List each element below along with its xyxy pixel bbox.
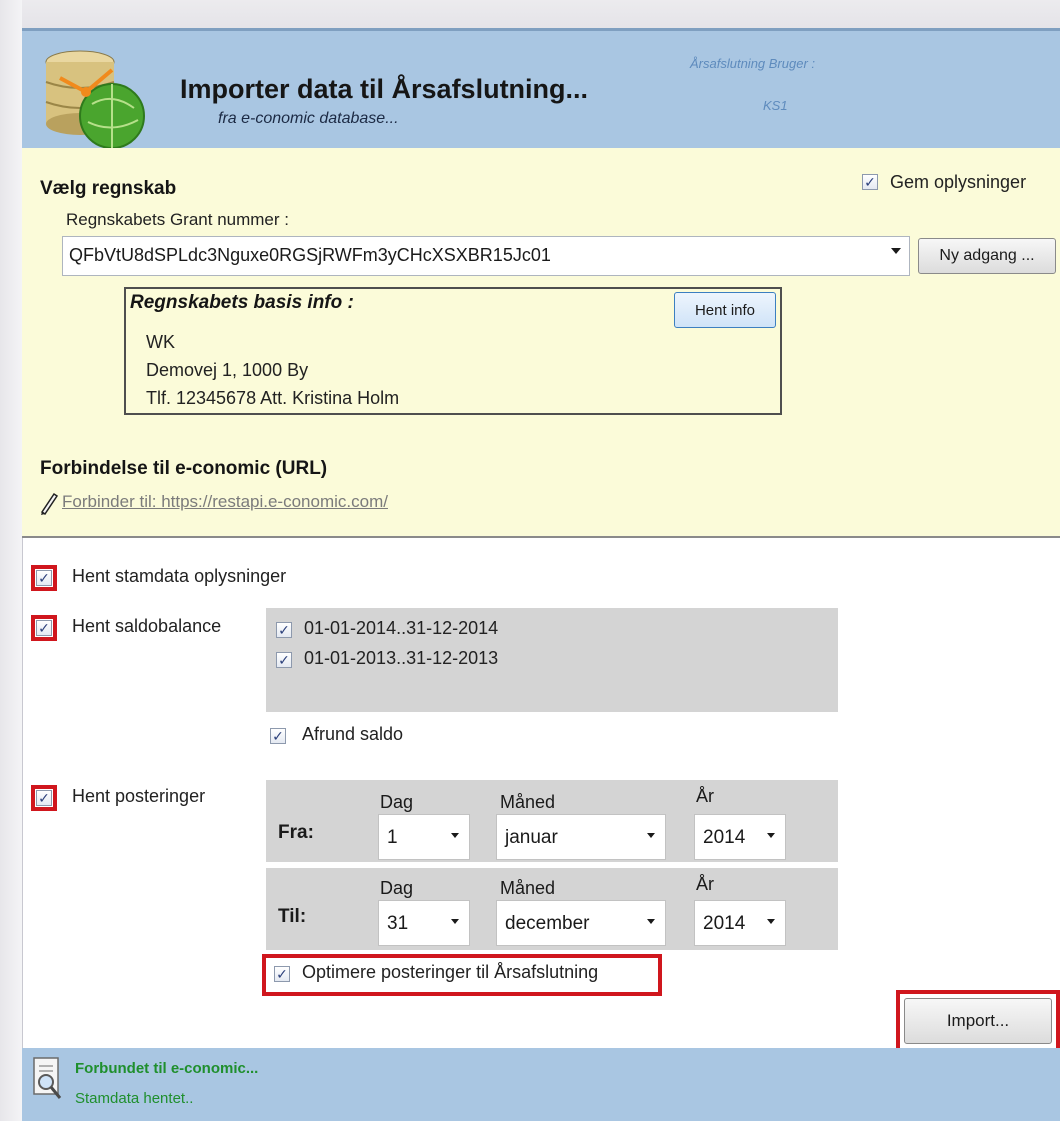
fetch-postings-label: Hent posteringer xyxy=(72,786,206,806)
period-checkbox[interactable]: ✓ xyxy=(276,622,292,638)
fetch-balance-checkbox[interactable]: ✓ xyxy=(31,615,57,641)
chevron-down-icon[interactable] xyxy=(647,833,655,838)
from-day-select[interactable]: 1 xyxy=(378,814,470,860)
from-year-select[interactable]: 2014 xyxy=(694,814,786,860)
month-column-label: Måned xyxy=(500,878,556,898)
year-column-label: År xyxy=(696,786,714,806)
chevron-down-icon[interactable] xyxy=(891,248,901,254)
account-section-label: Vælg regnskab xyxy=(40,178,177,199)
pencil-icon xyxy=(38,490,60,516)
period-item[interactable]: 01-01-2014..31-12-2014 xyxy=(304,618,498,639)
window-left-edge xyxy=(0,0,22,1121)
magnifier-document-icon xyxy=(30,1056,66,1104)
window-top-edge xyxy=(0,0,1060,30)
basis-info-title: Regnskabets basis info : xyxy=(130,292,354,313)
save-info-checkbox[interactable]: ✓ xyxy=(862,174,878,190)
dialog-title: Importer data til Årsafslutning... xyxy=(180,74,589,104)
basis-info-line: Tlf. 12345678 Att. Kristina Holm xyxy=(146,388,400,408)
optimize-postings-label: Optimere posteringer til Årsafslutning xyxy=(302,962,599,982)
to-day-value: 31 xyxy=(387,913,409,934)
user-label: Årsafslutning Bruger : xyxy=(690,56,816,71)
round-balance-checkbox[interactable]: ✓ xyxy=(270,728,286,744)
chevron-down-icon[interactable] xyxy=(767,919,775,924)
new-access-button[interactable]: Ny adgang ... xyxy=(918,238,1056,274)
month-column-label: Måned xyxy=(500,792,556,812)
from-day-value: 1 xyxy=(387,827,398,848)
period-checkbox[interactable]: ✓ xyxy=(276,652,292,668)
chevron-down-icon[interactable] xyxy=(647,919,655,924)
to-year-value: 2014 xyxy=(703,913,746,934)
connection-title: Forbindelse til e-conomic (URL) xyxy=(40,458,328,479)
grant-number-value: QFbVtU8dSPLdc3Nguxe0RGSjRWFm3yCHcXSXBR15… xyxy=(69,245,551,265)
from-label: Fra: xyxy=(278,822,314,843)
status-bar xyxy=(22,1048,1060,1121)
dialog-subtitle: fra e-conomic database... xyxy=(218,110,399,127)
save-info-label: Gem oplysninger xyxy=(890,172,1027,192)
fetch-balance-label: Hent saldobalance xyxy=(72,616,222,636)
chevron-down-icon[interactable] xyxy=(767,833,775,838)
status-message-connected: Forbundet til e-conomic... xyxy=(75,1060,259,1077)
basis-info-line: Demovej 1, 1000 By xyxy=(146,360,309,380)
section-divider xyxy=(22,536,1060,538)
chevron-down-icon[interactable] xyxy=(451,833,459,838)
database-logo-icon xyxy=(36,48,148,149)
to-month-value: december xyxy=(505,913,590,934)
to-label: Til: xyxy=(278,906,307,927)
optimize-postings-checkbox[interactable]: ✓ xyxy=(274,966,290,982)
to-month-select[interactable]: december xyxy=(496,900,666,946)
connection-url-link[interactable]: Forbinder til: https://restapi.e-conomic… xyxy=(62,492,388,512)
to-year-select[interactable]: 2014 xyxy=(694,900,786,946)
day-column-label: Dag xyxy=(380,792,414,812)
from-month-value: januar xyxy=(505,827,558,848)
to-day-select[interactable]: 31 xyxy=(378,900,470,946)
import-button[interactable]: Import... xyxy=(904,998,1052,1044)
grant-number-label: Regnskabets Grant nummer : xyxy=(66,210,289,229)
grant-number-combobox[interactable]: QFbVtU8dSPLdc3Nguxe0RGSjRWFm3yCHcXSXBR15… xyxy=(62,236,910,276)
chevron-down-icon[interactable] xyxy=(451,919,459,924)
from-month-select[interactable]: januar xyxy=(496,814,666,860)
fetch-info-button[interactable]: Hent info xyxy=(674,292,776,328)
user-value: KS1 xyxy=(763,98,788,113)
fetch-masterdata-label: Hent stamdata oplysninger xyxy=(72,566,287,586)
round-balance-label: Afrund saldo xyxy=(302,724,404,744)
fetch-masterdata-checkbox[interactable]: ✓ xyxy=(31,565,57,591)
basis-info-line: WK xyxy=(146,332,175,352)
year-column-label: År xyxy=(696,874,714,894)
from-year-value: 2014 xyxy=(703,827,746,848)
period-item[interactable]: 01-01-2013..31-12-2013 xyxy=(304,648,498,669)
status-message-fetched: Stamdata hentet.. xyxy=(75,1090,194,1107)
day-column-label: Dag xyxy=(380,878,414,898)
fetch-postings-checkbox[interactable]: ✓ xyxy=(31,785,57,811)
